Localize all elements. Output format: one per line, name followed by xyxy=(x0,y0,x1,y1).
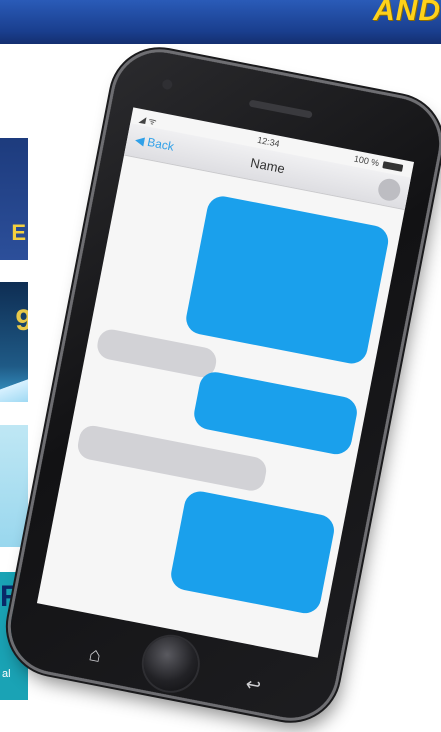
home-icon[interactable]: ⌂ xyxy=(82,642,108,668)
top-banner: AND xyxy=(0,0,441,44)
side-card-1[interactable]: E xyxy=(0,138,28,260)
side-card-1-glyph: E xyxy=(11,220,26,245)
status-time: 12:34 xyxy=(256,134,281,149)
earpiece-speaker xyxy=(248,99,313,119)
phone-body: ◢ ᯤ 12:34 100 % ◀ Back Name ⌂ ↩ xyxy=(2,44,441,726)
battery-percent: 100 % xyxy=(353,153,381,169)
back-arrow-icon[interactable]: ↩ xyxy=(240,673,267,697)
sent-message-bubble[interactable] xyxy=(191,369,360,457)
phone-screen: ◢ ᯤ 12:34 100 % ◀ Back Name xyxy=(36,107,415,658)
side-card-2[interactable]: 9 xyxy=(0,282,28,402)
wave-graphic xyxy=(0,374,28,402)
side-card-2-glyph: 9 xyxy=(15,304,28,337)
front-camera xyxy=(161,78,174,91)
banner-text: AND xyxy=(373,0,441,27)
side-card-3[interactable] xyxy=(0,425,28,547)
sent-message-bubble[interactable] xyxy=(168,488,337,616)
sent-message-bubble[interactable] xyxy=(183,193,391,367)
home-button[interactable] xyxy=(139,632,203,696)
battery-icon xyxy=(382,161,404,172)
smartphone: ◢ ᯤ 12:34 100 % ◀ Back Name ⌂ ↩ xyxy=(2,44,441,726)
received-message-bubble[interactable] xyxy=(95,327,219,380)
side-card-4-text: al xyxy=(2,668,11,680)
